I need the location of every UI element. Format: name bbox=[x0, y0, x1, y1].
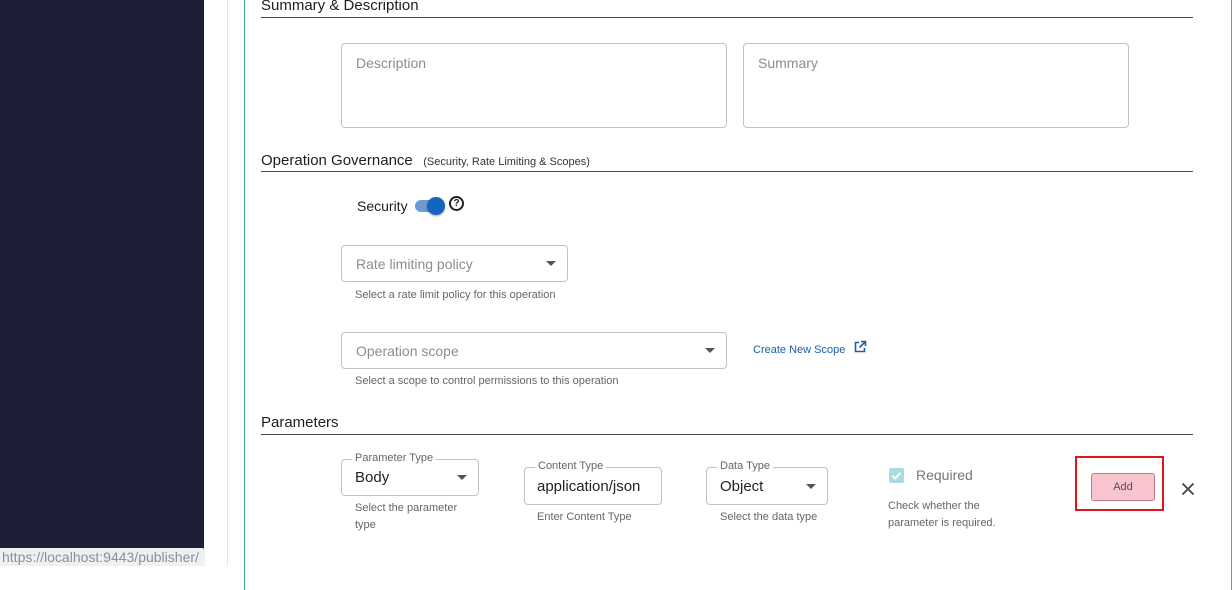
summary-section-rule bbox=[261, 17, 1193, 18]
rate-limit-helper: Select a rate limit policy for this oper… bbox=[355, 289, 556, 301]
operation-scope-placeholder: Operation scope bbox=[356, 343, 459, 359]
parameters-section-rule bbox=[261, 434, 1193, 435]
parameters-section-title: Parameters bbox=[261, 414, 339, 431]
operation-scope-select[interactable]: Operation scope bbox=[341, 332, 727, 369]
create-new-scope-label: Create New Scope bbox=[753, 344, 846, 356]
security-toggle[interactable] bbox=[414, 196, 446, 216]
data-type-select[interactable]: Object bbox=[706, 467, 828, 505]
data-type-value: Object bbox=[720, 478, 764, 495]
security-toggle-thumb bbox=[427, 197, 445, 215]
help-icon[interactable]: ? bbox=[449, 196, 464, 211]
summary-textarea[interactable]: Summary bbox=[743, 43, 1129, 128]
browser-status-url: https://localhost:9443/publisher/ bbox=[0, 548, 205, 566]
governance-section-rule bbox=[261, 171, 1193, 172]
rate-limit-placeholder: Rate limiting policy bbox=[356, 256, 473, 272]
summary-section-title: Summary & Description bbox=[261, 0, 419, 14]
page-gutter bbox=[204, 0, 228, 566]
description-placeholder: Description bbox=[356, 55, 427, 71]
security-label: Security bbox=[357, 198, 408, 214]
governance-heading: Operation Governance (Security, Rate Lim… bbox=[261, 152, 590, 170]
governance-section-title: Operation Governance bbox=[261, 152, 413, 169]
chevron-down-icon bbox=[457, 475, 467, 480]
chevron-down-icon bbox=[806, 484, 816, 489]
content-type-helper: Enter Content Type bbox=[537, 511, 632, 523]
required-label: Required bbox=[916, 467, 973, 483]
required-helper: Check whether the parameter is required. bbox=[888, 500, 996, 529]
required-checkbox[interactable] bbox=[889, 468, 904, 483]
content-type-value: application/json bbox=[537, 478, 641, 495]
data-type-helper: Select the data type bbox=[720, 511, 818, 523]
chevron-down-icon bbox=[546, 261, 556, 266]
external-link-icon bbox=[854, 340, 867, 353]
parameter-type-value: Body bbox=[355, 469, 390, 486]
left-sidebar bbox=[0, 0, 204, 566]
gutter-divider bbox=[227, 0, 228, 566]
create-new-scope-link[interactable]: Create New Scope bbox=[753, 340, 867, 358]
chevron-down-icon bbox=[705, 348, 715, 353]
content-type-label: Content Type bbox=[535, 460, 607, 472]
close-icon[interactable] bbox=[1181, 482, 1195, 496]
add-button[interactable]: Add bbox=[1091, 473, 1155, 501]
parameter-type-select[interactable]: Body bbox=[341, 459, 479, 496]
rate-limit-select[interactable]: Rate limiting policy bbox=[341, 245, 568, 282]
operation-scope-helper: Select a scope to control permissions to… bbox=[355, 375, 619, 387]
governance-section-subtitle: (Security, Rate Limiting & Scopes) bbox=[423, 156, 590, 168]
content-type-field[interactable]: application/json bbox=[524, 467, 662, 505]
check-icon bbox=[891, 472, 902, 480]
description-textarea[interactable]: Description bbox=[341, 43, 727, 128]
summary-placeholder: Summary bbox=[758, 55, 818, 71]
parameter-type-helper: Select the parameter type bbox=[355, 502, 458, 531]
data-type-label: Data Type bbox=[717, 460, 773, 472]
parameter-type-label: Parameter Type bbox=[352, 452, 437, 464]
